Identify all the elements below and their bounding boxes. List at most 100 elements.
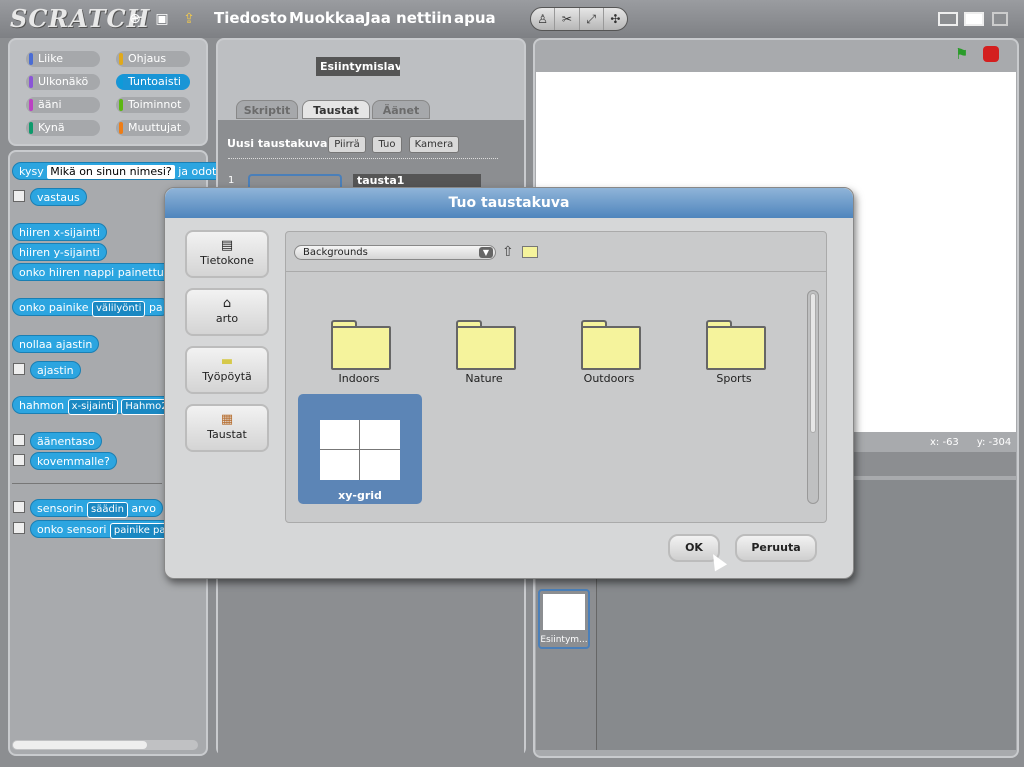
attribute-dropdown[interactable]: x-sijainti xyxy=(67,399,118,415)
loudness-checkbox[interactable] xyxy=(13,434,25,446)
place-home[interactable]: ⌂ arto xyxy=(185,288,269,336)
stage-thumbnail[interactable]: Esiintym... xyxy=(538,589,590,649)
normal-stage-icon[interactable] xyxy=(964,12,984,26)
new-background-label: Uusi taustakuva: xyxy=(227,137,332,150)
menu-file[interactable]: Tiedosto xyxy=(214,9,287,27)
category-color-swatch xyxy=(119,99,123,111)
up-folder-icon[interactable]: ⇧ xyxy=(502,244,514,260)
loudness-block[interactable]: äänentaso xyxy=(30,432,102,450)
sprite-toolbar xyxy=(852,452,1016,476)
globe-icon[interactable]: ⊕ xyxy=(126,10,144,28)
reset-timer-block[interactable]: nollaa ajastin xyxy=(12,335,100,353)
folder-label: Sports xyxy=(716,372,752,385)
small-stage-icon[interactable] xyxy=(938,12,958,26)
folder-label: Nature xyxy=(465,372,503,385)
tab-backgrounds[interactable]: Taustat xyxy=(302,100,370,119)
background-index: 1 xyxy=(228,175,235,186)
folder-sports[interactable]: Sports xyxy=(679,292,789,392)
category-tuntoaisti[interactable]: Tuntoaisti xyxy=(116,74,190,90)
grow-icon[interactable]: ⤢ xyxy=(580,8,604,30)
paint-button[interactable]: Piirrä xyxy=(328,136,366,153)
computer-icon: ▤ xyxy=(220,238,234,253)
cancel-button[interactable]: Peruuta xyxy=(735,534,817,562)
save-icon[interactable]: ▣ xyxy=(153,10,171,28)
new-folder-icon[interactable] xyxy=(522,246,538,258)
answer-checkbox[interactable] xyxy=(13,190,25,202)
path-dropdown[interactable]: Backgrounds ▼ xyxy=(294,245,496,260)
category-liike[interactable]: Liike xyxy=(26,51,100,67)
browser-scrollbar[interactable] xyxy=(807,290,819,504)
category-ulkon-k-[interactable]: Ulkonäkö xyxy=(26,74,100,90)
sensor-checkbox[interactable] xyxy=(13,501,25,513)
sensor2-label: onko sensori xyxy=(37,523,107,536)
sensor-label: sensorin xyxy=(37,502,84,515)
place-desktop[interactable]: ▬ Työpöytä xyxy=(185,346,269,394)
sensor2-dropdown[interactable]: painike pai xyxy=(109,523,173,539)
home-icon: ⌂ xyxy=(222,296,232,311)
answer-block[interactable]: vastaus xyxy=(30,188,87,206)
category--ni[interactable]: ääni xyxy=(26,97,100,113)
mouse-down-block[interactable]: onko hiiren nappi painettu? xyxy=(12,263,177,281)
sensor-dropdown[interactable]: säädin xyxy=(86,502,128,518)
place-desktop-label: Työpöytä xyxy=(202,370,252,383)
green-flag-icon[interactable]: ⚑ xyxy=(955,45,973,63)
tab-scripts[interactable]: Skriptit xyxy=(236,100,298,119)
category-color-swatch xyxy=(29,122,33,134)
path-label: Backgrounds xyxy=(303,247,368,258)
path-bar: Backgrounds ▼ ⇧ xyxy=(286,232,826,272)
import-button[interactable]: Tuo xyxy=(372,136,402,153)
category-kyn-[interactable]: Kynä xyxy=(26,120,100,136)
key-pressed-block[interactable]: onko painike välilyönti pa xyxy=(12,298,170,317)
folder-icon xyxy=(581,320,641,370)
timer-checkbox[interactable] xyxy=(13,363,25,375)
timer-block[interactable]: ajastin xyxy=(30,361,81,379)
category-label: Ulkonäkö xyxy=(38,75,89,88)
camera-button[interactable]: Kamera xyxy=(409,136,459,153)
category-label: ääni xyxy=(38,98,62,111)
palette-scroll-thumb[interactable] xyxy=(13,741,147,749)
folder-outdoors[interactable]: Outdoors xyxy=(554,292,664,392)
chevron-down-icon: ▼ xyxy=(479,247,493,258)
share-icon[interactable]: ⇪ xyxy=(180,10,198,28)
tab-sounds[interactable]: Äänet xyxy=(372,100,430,119)
stop-icon[interactable] xyxy=(983,46,999,62)
place-home-label: arto xyxy=(215,312,239,325)
loud-checkbox[interactable] xyxy=(13,454,25,466)
sensor-value-block[interactable]: sensorin säädin arvo xyxy=(30,499,163,518)
menu-edit[interactable]: Muokkaa xyxy=(289,9,365,27)
attribute-of-block[interactable]: hahmon x-sijainti Hahmo2 xyxy=(12,396,179,415)
category-muuttujat[interactable]: Muuttujat xyxy=(116,120,190,136)
presentation-icon[interactable] xyxy=(992,12,1008,26)
mouse-y-block[interactable]: hiiren y-sijainti xyxy=(12,243,107,261)
folder-indoors[interactable]: Indoors xyxy=(304,292,414,392)
folder-nature[interactable]: Nature xyxy=(429,292,539,392)
delete-icon[interactable]: ✂ xyxy=(555,8,580,30)
ask-field[interactable]: Mikä on sinun nimesi? xyxy=(47,165,175,179)
backgrounds-icon: ▦ xyxy=(220,412,234,427)
duplicate-icon[interactable]: ♙ xyxy=(531,8,556,30)
stage-name-field[interactable]: Esiintymislava xyxy=(316,57,400,76)
ask-block[interactable]: kysy Mikä on sinun nimesi? ja odota xyxy=(12,162,231,180)
background-name-field[interactable]: tausta1 xyxy=(353,174,481,188)
category-ohjaus[interactable]: Ohjaus xyxy=(116,51,190,67)
menu-help[interactable]: apua xyxy=(454,9,496,27)
key-post-label: pa xyxy=(148,301,163,314)
sprite-tools: ♙ ✂ ⤢ ✣ xyxy=(530,7,628,31)
place-backgrounds[interactable]: ▦ Taustat xyxy=(185,404,269,452)
shrink-icon[interactable]: ✣ xyxy=(604,8,627,30)
loud-block[interactable]: kovemmalle? xyxy=(30,452,117,470)
category-label: Muuttujat xyxy=(128,121,182,134)
folder-icon: ▬ xyxy=(220,354,234,369)
mouse-x-block[interactable]: hiiren x-sijainti xyxy=(12,223,108,241)
file-xy-grid[interactable]: xy-grid xyxy=(298,394,422,504)
palette-scrollbar[interactable] xyxy=(12,740,198,750)
place-computer[interactable]: ▤ Tietokone xyxy=(185,230,269,278)
import-background-dialog: Tuo taustakuva ▤ Tietokone ⌂ arto ▬ Työpöyt… xyxy=(164,187,854,579)
key-dropdown[interactable]: välilyönti xyxy=(91,301,146,317)
sensor2-checkbox[interactable] xyxy=(13,522,25,534)
category-toiminnot[interactable]: Toiminnot xyxy=(116,97,190,113)
menu-share[interactable]: Jaa nettiin xyxy=(365,9,452,27)
browser-scroll-thumb[interactable] xyxy=(810,293,816,433)
sensor-pressed-block[interactable]: onko sensori painike pai xyxy=(30,520,180,539)
stage-thumbnail-label: Esiintym... xyxy=(540,635,588,645)
